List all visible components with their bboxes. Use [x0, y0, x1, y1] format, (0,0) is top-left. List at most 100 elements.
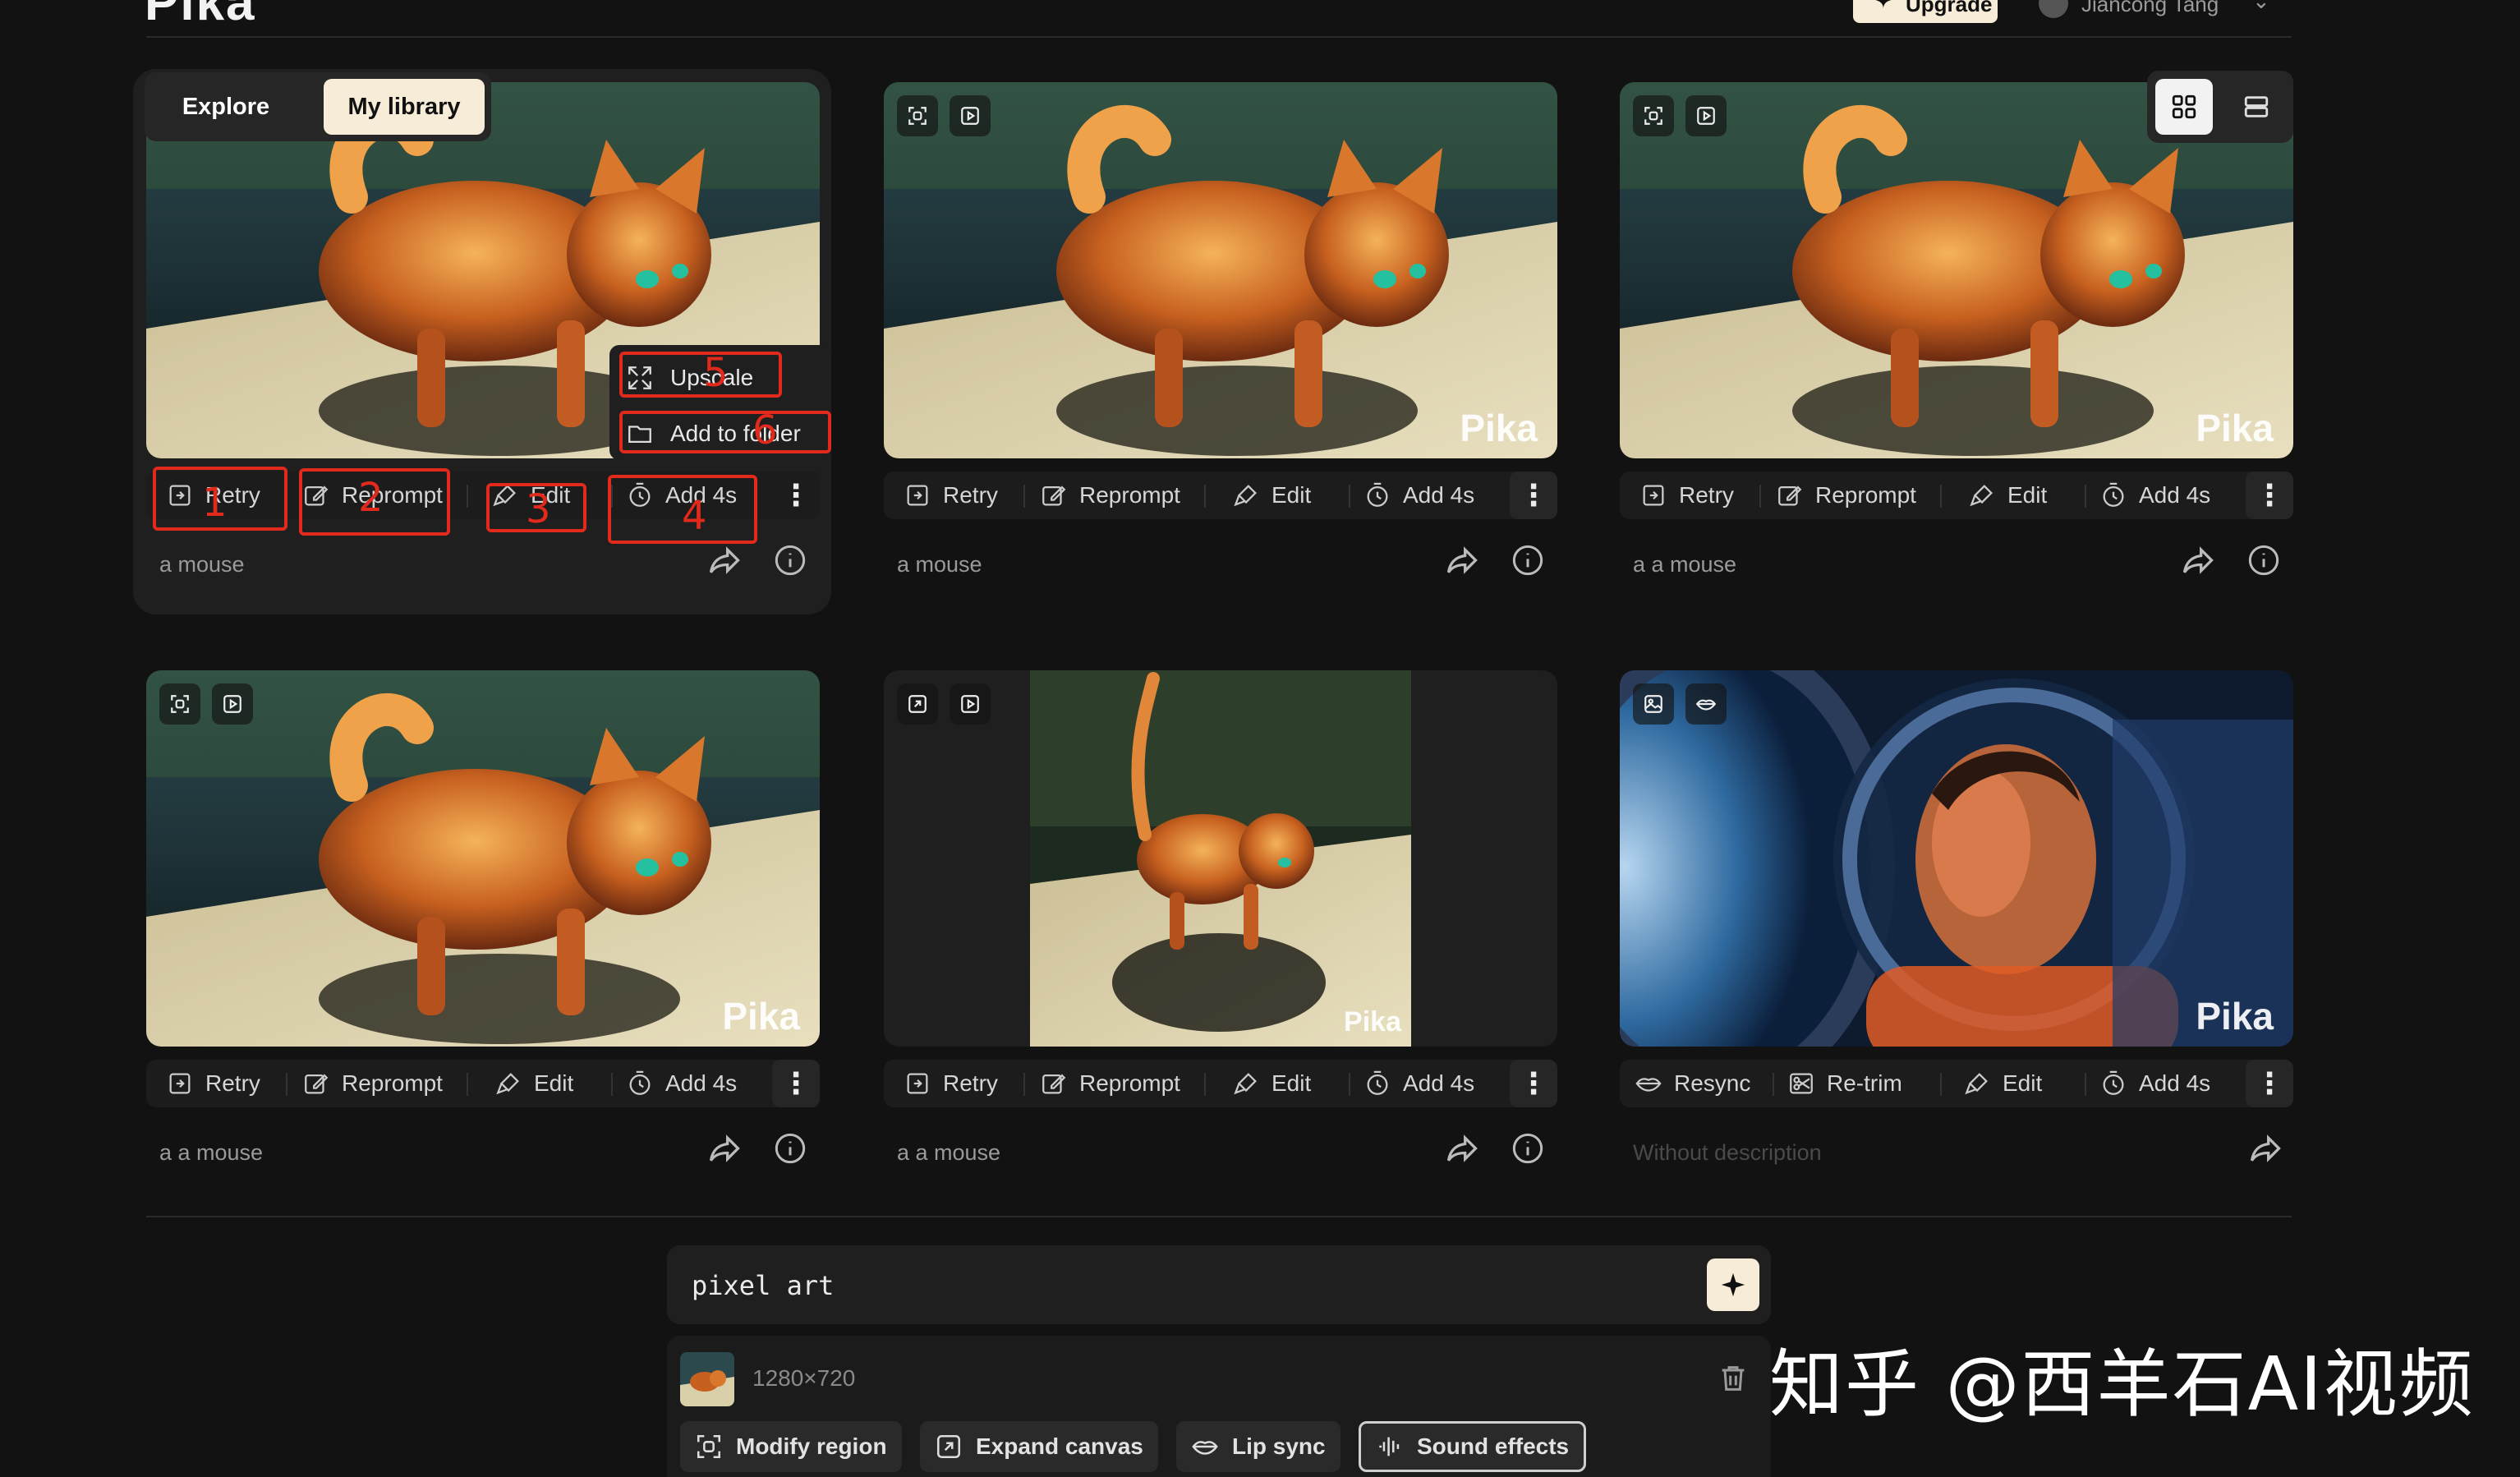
more-options-button[interactable]: ⋮ — [2246, 472, 2293, 519]
more-options-button[interactable]: ⋮ — [2246, 1060, 2293, 1107]
edit-button[interactable]: Edit — [1963, 1060, 2042, 1107]
divider — [1940, 485, 1942, 508]
reprompt-button[interactable]: Reprompt — [302, 1060, 443, 1107]
lip-sync-label: Lip sync — [1232, 1433, 1326, 1459]
video-thumbnail[interactable]: Pika — [146, 670, 820, 1047]
timer-icon — [1367, 1070, 1388, 1095]
play-icon[interactable] — [212, 683, 253, 725]
resync-button[interactable]: Resync — [1635, 1060, 1750, 1107]
info-icon[interactable] — [1511, 544, 1544, 577]
retry-button[interactable]: Retry — [166, 1060, 260, 1107]
video-caption: Without description — [1633, 1140, 1822, 1165]
divider — [1940, 1073, 1942, 1096]
more-options-button[interactable]: ⋮ — [1510, 472, 1557, 519]
reprompt-button[interactable]: Reprompt — [1040, 1060, 1180, 1107]
expand-canvas-label: Expand canvas — [976, 1433, 1143, 1459]
reprompt-label: Reprompt — [1079, 482, 1180, 508]
add-4s-button[interactable]: Add 4s — [626, 1060, 737, 1107]
re-trim-button[interactable]: Re-trim — [1787, 1060, 1902, 1107]
add-4s-button[interactable]: Add 4s — [1363, 1060, 1474, 1107]
video-card-3[interactable]: Pika Retry Reprompt Edit Add 4s ⋮ a a mo… — [1620, 82, 2293, 608]
info-icon[interactable] — [1511, 1132, 1544, 1165]
more-options-button[interactable]: ⋮ — [1510, 1060, 1557, 1107]
sound-effects-button[interactable]: Sound effects — [1359, 1421, 1587, 1472]
retry-icon — [907, 485, 928, 506]
play-icon[interactable] — [950, 683, 991, 725]
expand-canvas-button[interactable]: Expand canvas — [920, 1421, 1158, 1472]
video-card-5[interactable]: Pika Retry Reprompt Edit Add 4s ⋮ a a mo… — [884, 670, 1557, 1196]
retry-button[interactable]: Retry — [1639, 472, 1734, 519]
edit-button[interactable]: Edit — [494, 1060, 573, 1107]
info-icon[interactable] — [774, 544, 807, 577]
annotation-number-4: 4 — [682, 493, 707, 539]
divider — [1204, 485, 1206, 508]
video-thumbnail[interactable]: Pika — [1620, 670, 2293, 1047]
brush-icon — [1234, 1073, 1257, 1095]
share-icon[interactable] — [2180, 542, 2216, 578]
generate-button[interactable] — [1707, 1258, 1759, 1311]
reprompt-button[interactable]: Reprompt — [1040, 472, 1180, 519]
library-tabs: Explore My library — [145, 72, 491, 141]
add-4s-button[interactable]: Add 4s — [2099, 472, 2210, 519]
resolution-label: 1280×720 — [752, 1365, 856, 1391]
share-icon[interactable] — [706, 1130, 743, 1166]
prompt-input[interactable]: pixel art — [667, 1245, 1771, 1324]
edit-button[interactable]: Edit — [1232, 1060, 1311, 1107]
video-card-4[interactable]: Pika Retry Reprompt Edit Add 4s ⋮ a a mo… — [146, 670, 820, 1196]
lips-icon[interactable] — [1685, 683, 1727, 725]
modify-region-button[interactable]: Modify region — [680, 1421, 902, 1472]
list-view-icon[interactable] — [2228, 79, 2285, 135]
action-bar: Retry Reprompt Edit Add 4s ⋮ — [146, 1060, 820, 1107]
add-4s-label: Add 4s — [2139, 1070, 2211, 1096]
share-icon[interactable] — [706, 542, 743, 578]
edit-button[interactable]: Edit — [1232, 472, 1311, 519]
divider — [1349, 485, 1350, 508]
more-options-button[interactable]: ⋮ — [772, 472, 820, 519]
focus-icon[interactable] — [1633, 95, 1674, 136]
divider — [146, 1216, 2292, 1217]
add-4s-button[interactable]: Add 4s — [1363, 472, 1474, 519]
tab-explore[interactable]: Explore — [156, 79, 296, 135]
focus-icon[interactable] — [159, 683, 200, 725]
video-thumbnail[interactable]: Pika — [884, 82, 1557, 458]
reprompt-button[interactable]: Reprompt — [1776, 472, 1916, 519]
annotation-box-5 — [619, 352, 782, 398]
reprompt-label: Reprompt — [1815, 482, 1916, 508]
grid-view-icon[interactable] — [2155, 79, 2213, 135]
upgrade-button[interactable]: ✦ Upgrade — [1853, 0, 1998, 23]
retry-button[interactable]: Retry — [904, 1060, 998, 1107]
video-thumbnail[interactable]: Pika — [884, 670, 1557, 1047]
image-icon[interactable] — [1633, 683, 1674, 725]
resize-icon[interactable] — [897, 683, 938, 725]
avatar — [2039, 0, 2068, 18]
divider — [1023, 1073, 1025, 1096]
tab-my-library[interactable]: My library — [324, 79, 485, 135]
share-icon[interactable] — [1444, 542, 1480, 578]
video-caption: a a mouse — [897, 1140, 1001, 1165]
info-icon[interactable] — [774, 1132, 807, 1165]
retry-button[interactable]: Retry — [904, 472, 998, 519]
video-caption: a mouse — [159, 552, 245, 577]
more-options-button[interactable]: ⋮ — [772, 1060, 820, 1107]
video-card-6[interactable]: Pika Resync Re-trim Edit Add 4s ⋮ Withou… — [1620, 670, 2293, 1196]
annotation-box-6 — [619, 411, 831, 453]
share-icon[interactable] — [2247, 1130, 2283, 1166]
divider — [611, 1073, 613, 1096]
reference-thumbnail[interactable] — [680, 1352, 734, 1406]
prompt-text[interactable]: pixel art — [692, 1270, 834, 1301]
edit-button[interactable]: Edit — [1968, 472, 2047, 519]
trash-icon[interactable] — [1717, 1362, 1750, 1395]
play-icon[interactable] — [950, 95, 991, 136]
add-4s-button[interactable]: Add 4s — [2099, 1060, 2210, 1107]
focus-icon[interactable] — [897, 95, 938, 136]
play-icon[interactable] — [1685, 95, 1727, 136]
divider — [1759, 485, 1761, 508]
video-card-2[interactable]: Pika Retry Reprompt Edit Add 4s ⋮ a mous… — [884, 82, 1557, 608]
pika-logo[interactable]: Pika — [145, 0, 256, 32]
waveform-icon — [1379, 1437, 1400, 1456]
share-icon[interactable] — [1444, 1130, 1480, 1166]
retry-label: Retry — [1679, 482, 1734, 508]
lip-sync-button[interactable]: Lip sync — [1176, 1421, 1340, 1472]
divider — [467, 1073, 468, 1096]
info-icon[interactable] — [2247, 544, 2280, 577]
